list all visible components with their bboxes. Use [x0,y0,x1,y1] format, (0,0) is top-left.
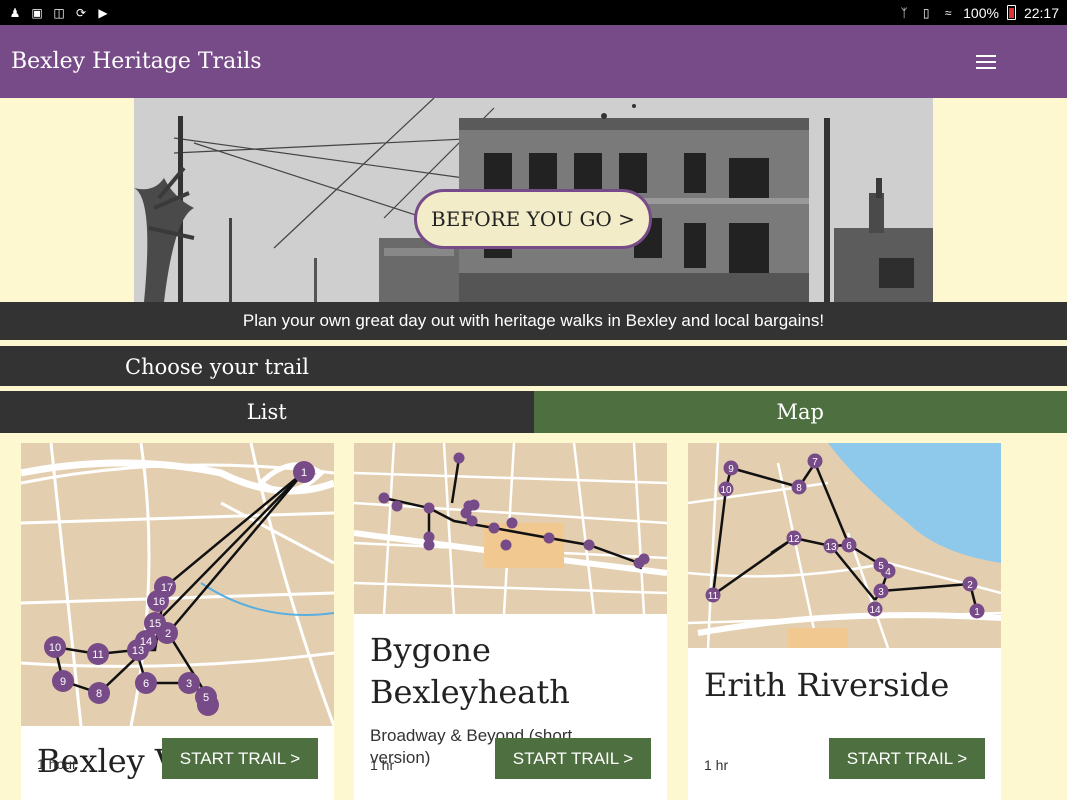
trail-duration: 1 hr [370,757,395,773]
clock: 22:17 [1023,4,1059,21]
app-bar: Bexley Heritage Trails [0,25,1067,98]
sd-card-icon: ◫ [53,5,65,20]
view-tabs: List Map [0,391,1067,433]
battery-icon [1006,5,1016,20]
svg-text:8: 8 [796,483,802,494]
trail-map-bexley-village: 11716 15214 131110 986 35 [21,443,334,726]
svg-text:5: 5 [203,692,209,704]
before-you-go-button[interactable]: BEFORE YOU GO > [414,189,652,249]
person-icon: ♟ [9,5,21,20]
hamburger-menu-icon[interactable] [966,42,1006,82]
tagline-banner: Plan your own great day out with heritag… [0,302,1067,342]
svg-text:10: 10 [49,642,61,654]
trail-duration: 1 hour [37,756,77,772]
trail-map-bygone-bexleyheath [354,443,667,614]
svg-text:1: 1 [974,607,980,618]
trail-title: Bygone Bexleyheath [370,631,570,711]
svg-text:9: 9 [728,464,734,475]
status-left-icons: ♟ ▣ ◫ ⟳ ▶ [8,6,110,20]
trail-card-bygone-bexleyheath[interactable]: Bygone Bexleyheath Broadway & Beyond (sh… [354,443,667,800]
svg-text:7: 7 [812,457,818,468]
svg-text:6: 6 [143,678,149,690]
trail-duration: 1 hr [704,757,729,773]
trail-title: Erith Riverside [704,666,950,704]
svg-text:1: 1 [301,467,307,479]
start-trail-button[interactable]: START TRAIL > [495,738,651,779]
wifi-icon: ≈ [944,5,952,20]
svg-text:8: 8 [96,688,102,700]
section-title: Choose your trail [0,346,1067,386]
trail-card-erith-riverside[interactable]: 9 10 11 12 13 6 785 4 3 14 21 Erith Riverside … [688,443,1001,800]
svg-text:14: 14 [869,605,881,616]
svg-text:11: 11 [708,591,719,602]
svg-text:11: 11 [92,649,103,661]
image-icon: ▣ [31,5,43,20]
svg-text:15: 15 [149,618,161,630]
svg-text:12: 12 [788,534,800,545]
play-store-icon: ▶ [98,5,108,20]
app-title: Bexley Heritage Trails [11,49,262,74]
trail-card-bexley-village[interactable]: 1 17 16 15 2 14 13 11 10 986 35 Bexley Village… [21,443,334,800]
vibrate-icon: ▯ [922,5,930,20]
svg-text:10: 10 [720,485,732,496]
svg-text:16: 16 [153,596,165,608]
trail-map-erith-riverside: 9 10 11 12 13 6 7 8 5 43 14 2 1 [688,443,1001,648]
tab-map[interactable]: Map [533,391,1067,433]
svg-text:2: 2 [165,628,171,640]
sync-icon: ⟳ [75,5,87,20]
start-trail-button[interactable]: START TRAIL > [829,738,985,779]
hero-photo: BEFORE YOU GO > [134,98,933,302]
svg-text:2: 2 [967,580,973,591]
bluetooth-icon: ᛉ [900,5,908,20]
battery-percent: 100% [963,4,999,21]
tab-list[interactable]: List [0,391,534,433]
svg-text:13: 13 [132,645,144,657]
svg-text:9: 9 [60,676,66,688]
svg-text:4: 4 [885,567,891,578]
svg-text:13: 13 [825,542,837,553]
start-trail-button[interactable]: START TRAIL > [162,738,318,779]
svg-text:3: 3 [186,678,192,690]
status-right-icons: ᛉ ▯ ≈ 100% 22:17 [897,5,1059,21]
svg-text:17: 17 [161,582,173,594]
svg-text:3: 3 [878,587,884,598]
svg-text:5: 5 [878,561,884,572]
status-bar: ♟ ▣ ◫ ⟳ ▶ ᛉ ▯ ≈ 100% 22:17 [0,0,1067,25]
svg-text:6: 6 [846,541,852,552]
